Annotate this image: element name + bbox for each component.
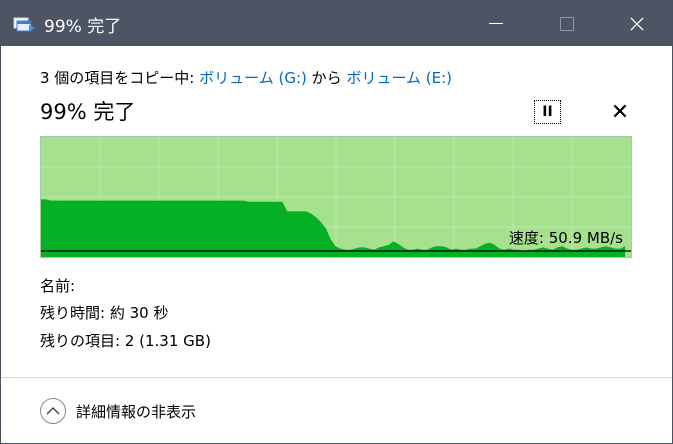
title-bar: 99% 完了	[1, 1, 672, 46]
items-remaining-label: 残りの項目: 2 (1.31 GB)	[40, 332, 211, 350]
file-copy-icon	[13, 17, 37, 33]
file-name-label: 名前:	[40, 277, 76, 295]
copy-dialog: 99% 完了 3 個の項目をコピー中: ボリューム (G:) から ボリューム …	[0, 0, 673, 444]
pause-button[interactable]: II	[534, 100, 561, 124]
source-link[interactable]: ボリューム (G:)	[199, 69, 307, 87]
close-icon: ✕	[610, 99, 630, 125]
maximize-icon	[560, 16, 574, 31]
copy-middle: から	[311, 69, 342, 87]
minimize-button[interactable]	[473, 1, 519, 46]
close-icon	[630, 17, 644, 30]
speed-label: 速度: 50.9 MB/s	[508, 229, 623, 247]
chevron-up-icon	[40, 398, 66, 424]
progress-title: 99% 完了	[40, 100, 136, 124]
maximize-button	[544, 1, 590, 46]
minimize-icon	[489, 23, 503, 24]
pause-icon: II	[542, 104, 553, 120]
time-remaining-label: 残り時間: 約 30 秒	[40, 304, 169, 322]
copy-prefix: 3 個の項目をコピー中:	[40, 69, 195, 87]
window-title: 99% 完了	[44, 17, 122, 37]
footer-divider	[1, 377, 672, 378]
details-toggle-button[interactable]: 詳細情報の非表示	[40, 398, 196, 424]
details-label: 詳細情報の非表示	[76, 402, 197, 421]
transfer-speed-graph: 速度: 50.9 MB/s	[40, 136, 632, 258]
destination-link[interactable]: ボリューム (E:)	[346, 69, 452, 87]
close-window-button[interactable]	[614, 1, 660, 46]
copy-description: 3 個の項目をコピー中: ボリューム (G:) から ボリューム (E:)	[40, 67, 452, 88]
cancel-button[interactable]: ✕	[607, 99, 633, 125]
